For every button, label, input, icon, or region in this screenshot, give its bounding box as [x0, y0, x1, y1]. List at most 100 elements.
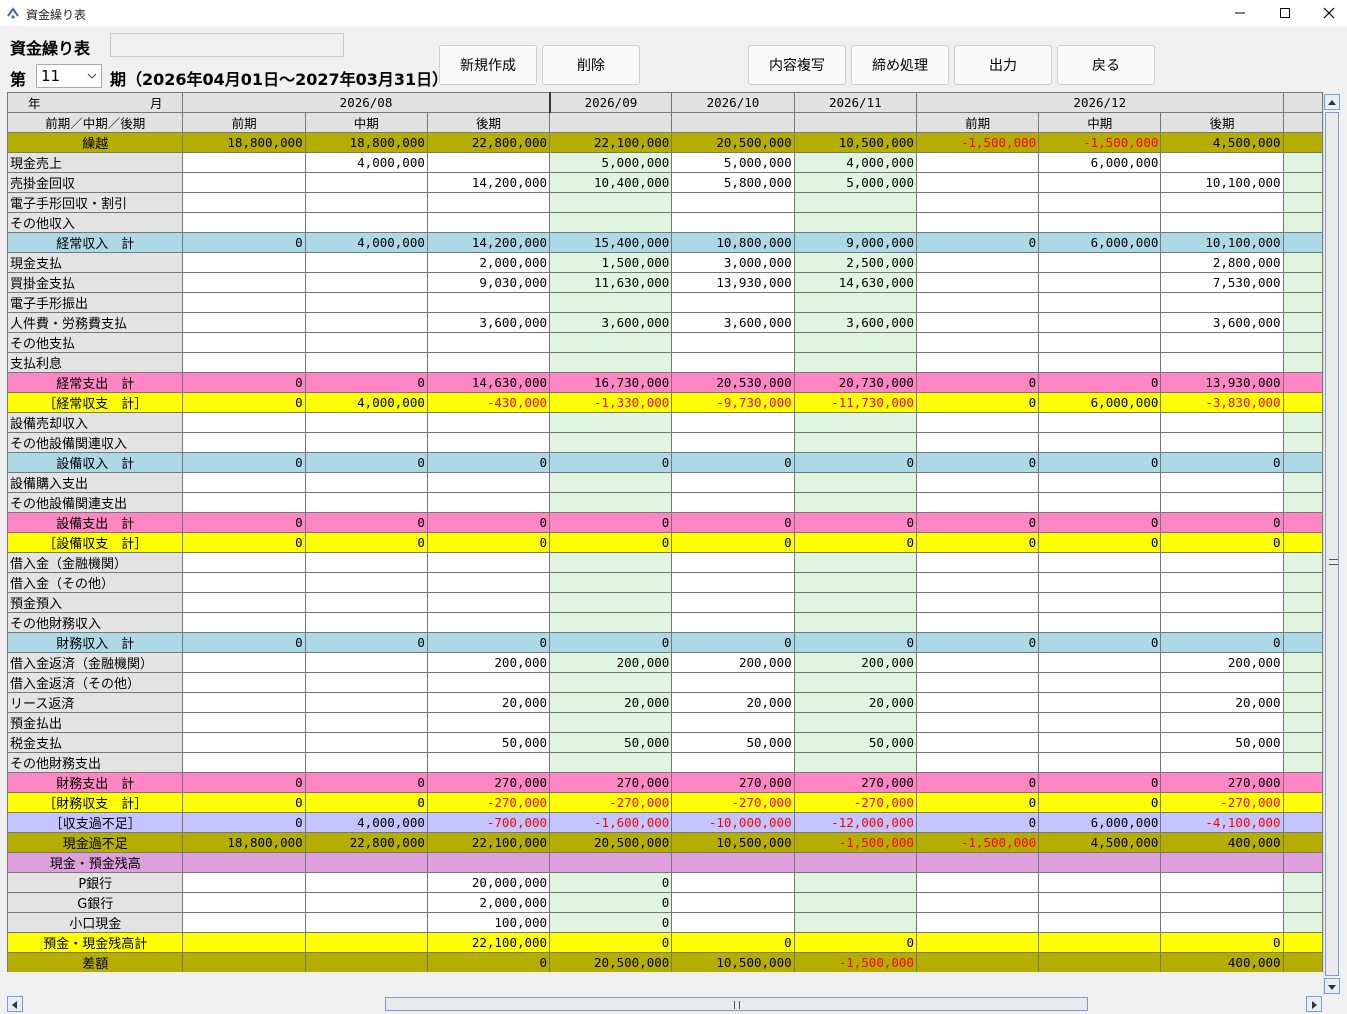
- value-cell[interactable]: 4,000,000: [304, 812, 428, 833]
- value-cell[interactable]: -270,000: [549, 792, 673, 813]
- value-cell[interactable]: [182, 952, 306, 972]
- value-cell[interactable]: 2,500,000: [793, 252, 917, 273]
- value-cell[interactable]: [793, 712, 917, 733]
- value-cell[interactable]: [549, 432, 673, 453]
- value-cell[interactable]: [1038, 352, 1162, 373]
- value-cell[interactable]: 22,100,000: [426, 932, 551, 953]
- value-cell[interactable]: 3,000,000: [671, 252, 795, 273]
- value-cell[interactable]: 200,000: [549, 652, 673, 673]
- value-cell[interactable]: [793, 872, 917, 893]
- value-cell[interactable]: [549, 192, 673, 213]
- value-cell[interactable]: 5,000,000: [549, 152, 673, 173]
- value-cell[interactable]: 10,500,000: [671, 832, 795, 853]
- value-cell[interactable]: 200,000: [1160, 652, 1284, 673]
- value-cell[interactable]: 0: [426, 532, 551, 553]
- value-cell[interactable]: [1038, 672, 1162, 693]
- value-cell[interactable]: 0: [915, 452, 1040, 473]
- value-cell[interactable]: [793, 752, 917, 773]
- value-cell[interactable]: [1038, 872, 1162, 893]
- value-cell[interactable]: [1038, 752, 1162, 773]
- value-cell[interactable]: [671, 852, 795, 873]
- cashflow-grid[interactable]: 年 月 2026/08 2026/09 2026/10 2026/11 2026/12 …: [7, 92, 1323, 972]
- closing-process-button[interactable]: 締め処理: [851, 45, 949, 85]
- value-cell[interactable]: [426, 192, 551, 213]
- value-cell[interactable]: 2,000,000: [426, 892, 551, 913]
- value-cell[interactable]: [915, 572, 1040, 593]
- value-cell[interactable]: [304, 352, 428, 373]
- value-cell[interactable]: [304, 712, 428, 733]
- value-cell[interactable]: [304, 312, 428, 333]
- value-cell[interactable]: 0: [182, 512, 306, 533]
- value-cell[interactable]: [915, 952, 1040, 972]
- value-cell[interactable]: [549, 212, 673, 233]
- value-cell[interactable]: 11,630,000: [549, 272, 673, 293]
- value-cell[interactable]: [426, 712, 551, 733]
- output-button[interactable]: 出力: [954, 45, 1052, 85]
- value-cell[interactable]: 0: [671, 932, 795, 953]
- value-cell[interactable]: 200,000: [793, 652, 917, 673]
- value-cell[interactable]: [426, 212, 551, 233]
- value-cell[interactable]: [304, 172, 428, 193]
- value-cell[interactable]: [915, 652, 1040, 673]
- value-cell[interactable]: [915, 492, 1040, 513]
- value-cell[interactable]: [793, 492, 917, 513]
- value-cell[interactable]: [671, 332, 795, 353]
- value-cell[interactable]: [426, 412, 551, 433]
- value-cell[interactable]: -270,000: [671, 792, 795, 813]
- value-cell[interactable]: [915, 292, 1040, 313]
- value-cell[interactable]: [549, 352, 673, 373]
- value-cell[interactable]: 0: [1038, 372, 1162, 393]
- value-cell[interactable]: [1160, 492, 1284, 513]
- value-cell[interactable]: 0: [1038, 772, 1162, 793]
- value-cell[interactable]: [426, 292, 551, 313]
- value-cell[interactable]: -9,730,000: [671, 392, 795, 413]
- value-cell[interactable]: 0: [793, 632, 917, 653]
- value-cell[interactable]: [182, 672, 306, 693]
- value-cell[interactable]: 0: [182, 372, 306, 393]
- value-cell[interactable]: 18,800,000: [182, 832, 306, 853]
- value-cell[interactable]: [915, 732, 1040, 753]
- value-cell[interactable]: -700,000: [426, 812, 551, 833]
- value-cell[interactable]: 6,000,000: [1038, 812, 1162, 833]
- value-cell[interactable]: [182, 152, 306, 173]
- value-cell[interactable]: [549, 592, 673, 613]
- value-cell[interactable]: [426, 752, 551, 773]
- value-cell[interactable]: 0: [426, 632, 551, 653]
- value-cell[interactable]: [1038, 912, 1162, 933]
- value-cell[interactable]: [671, 212, 795, 233]
- value-cell[interactable]: 0: [1160, 932, 1284, 953]
- value-cell[interactable]: [1038, 892, 1162, 913]
- value-cell[interactable]: [1160, 472, 1284, 493]
- value-cell[interactable]: 0: [549, 632, 673, 653]
- value-cell[interactable]: [304, 892, 428, 913]
- value-cell[interactable]: -1,500,000: [793, 832, 917, 853]
- value-cell[interactable]: [182, 292, 306, 313]
- value-cell[interactable]: 50,000: [793, 732, 917, 753]
- value-cell[interactable]: [304, 872, 428, 893]
- value-cell[interactable]: 4,000,000: [793, 152, 917, 173]
- value-cell[interactable]: [304, 212, 428, 233]
- value-cell[interactable]: 3,600,000: [671, 312, 795, 333]
- value-cell[interactable]: [1160, 212, 1284, 233]
- value-cell[interactable]: [182, 552, 306, 573]
- value-cell[interactable]: [304, 652, 428, 673]
- value-cell[interactable]: [1160, 672, 1284, 693]
- value-cell[interactable]: [182, 572, 306, 593]
- value-cell[interactable]: [549, 672, 673, 693]
- value-cell[interactable]: 4,000,000: [304, 152, 428, 173]
- value-cell[interactable]: [1038, 292, 1162, 313]
- value-cell[interactable]: 0: [915, 232, 1040, 253]
- value-cell[interactable]: 270,000: [1160, 772, 1284, 793]
- value-cell[interactable]: 2,800,000: [1160, 252, 1284, 273]
- value-cell[interactable]: [304, 472, 428, 493]
- value-cell[interactable]: [671, 492, 795, 513]
- value-cell[interactable]: [915, 552, 1040, 573]
- value-cell[interactable]: [549, 292, 673, 313]
- value-cell[interactable]: [1160, 852, 1284, 873]
- value-cell[interactable]: [1038, 592, 1162, 613]
- value-cell[interactable]: [915, 892, 1040, 913]
- value-cell[interactable]: [915, 872, 1040, 893]
- value-cell[interactable]: 0: [304, 452, 428, 473]
- value-cell[interactable]: [182, 592, 306, 613]
- value-cell[interactable]: 22,100,000: [549, 132, 673, 153]
